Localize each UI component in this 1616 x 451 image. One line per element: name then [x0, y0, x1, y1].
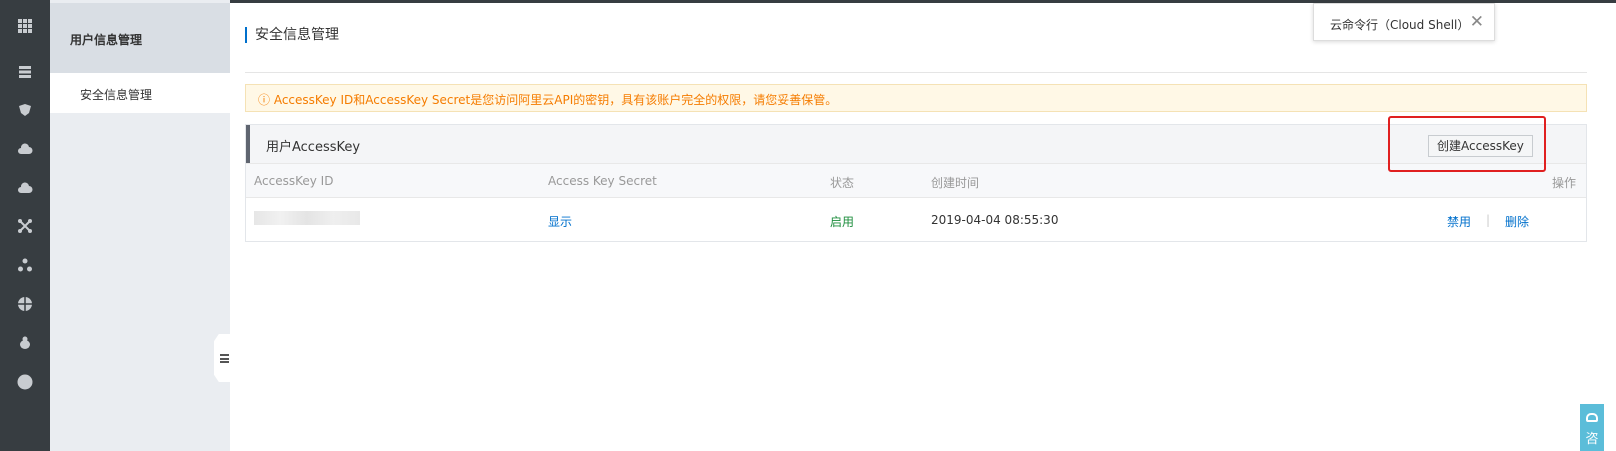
table-header: AccessKey ID Access Key Secret 状态 创建时间 操…: [246, 163, 1586, 198]
close-icon[interactable]: ✕: [1470, 12, 1484, 32]
bug-icon[interactable]: [11, 329, 39, 357]
warning-alert: ⓘ AccessKey ID和AccessKey Secret是您访问阿里云AP…: [245, 84, 1587, 112]
table-row: 显示 启用 2019-04-04 08:55:30 禁用 | 删除: [246, 198, 1586, 242]
sidebar-item-security-info[interactable]: 安全信息管理: [50, 73, 230, 113]
column-header-actions: 操作: [1551, 176, 1576, 190]
consult-float-button[interactable]: 咨: [1580, 404, 1604, 451]
database-icon[interactable]: [11, 58, 39, 86]
cloud-shell-label: 云命令行（Cloud Shell）: [1330, 18, 1470, 32]
panel-title: 用户AccessKey: [266, 140, 361, 155]
create-accesskey-button[interactable]: 创建AccessKey: [1428, 135, 1533, 157]
column-header-status: 状态: [830, 176, 855, 190]
cloud-upload-icon[interactable]: [11, 174, 39, 202]
show-secret-link[interactable]: 显示: [548, 213, 572, 230]
chat-icon: [1586, 413, 1598, 422]
secondary-sidebar: 用户信息管理 安全信息管理: [50, 0, 230, 451]
alert-text: ⓘ AccessKey ID和AccessKey Secret是您访问阿里云AP…: [258, 93, 838, 107]
action-separator: |: [1486, 213, 1491, 227]
column-header-secret: Access Key Secret: [548, 174, 657, 188]
circle-icon[interactable]: [11, 368, 39, 396]
column-header-created: 创建时间: [931, 176, 980, 190]
panel-header: 用户AccessKey: [246, 125, 1586, 163]
divider: [245, 72, 1587, 73]
menu-icon: [219, 353, 229, 363]
page-title: 安全信息管理: [245, 27, 339, 43]
disable-link[interactable]: 禁用: [1447, 213, 1471, 230]
sidebar-collapse-handle[interactable]: [214, 334, 230, 382]
status-badge: 启用: [830, 215, 855, 229]
cloud-shell-tooltip[interactable]: 云命令行（Cloud Shell） ✕: [1313, 3, 1495, 41]
consult-label: 咨: [1585, 432, 1599, 447]
product-rail: [0, 0, 50, 451]
cluster-icon[interactable]: [11, 251, 39, 279]
globe-icon[interactable]: [11, 290, 39, 318]
masked-accesskey-id: [254, 211, 360, 225]
cloud-icon[interactable]: [11, 135, 39, 163]
network-icon[interactable]: [11, 212, 39, 240]
shield-icon[interactable]: [11, 96, 39, 124]
sidebar-title: 用户信息管理: [50, 3, 230, 73]
created-time: 2019-04-04 08:55:30: [931, 213, 1059, 227]
apps-grid-icon[interactable]: [11, 12, 39, 40]
accesskey-panel: 用户AccessKey 创建AccessKey AccessKey ID Acc…: [245, 124, 1587, 242]
column-header-accesskey-id: AccessKey ID: [254, 174, 334, 188]
delete-link[interactable]: 删除: [1505, 213, 1529, 230]
